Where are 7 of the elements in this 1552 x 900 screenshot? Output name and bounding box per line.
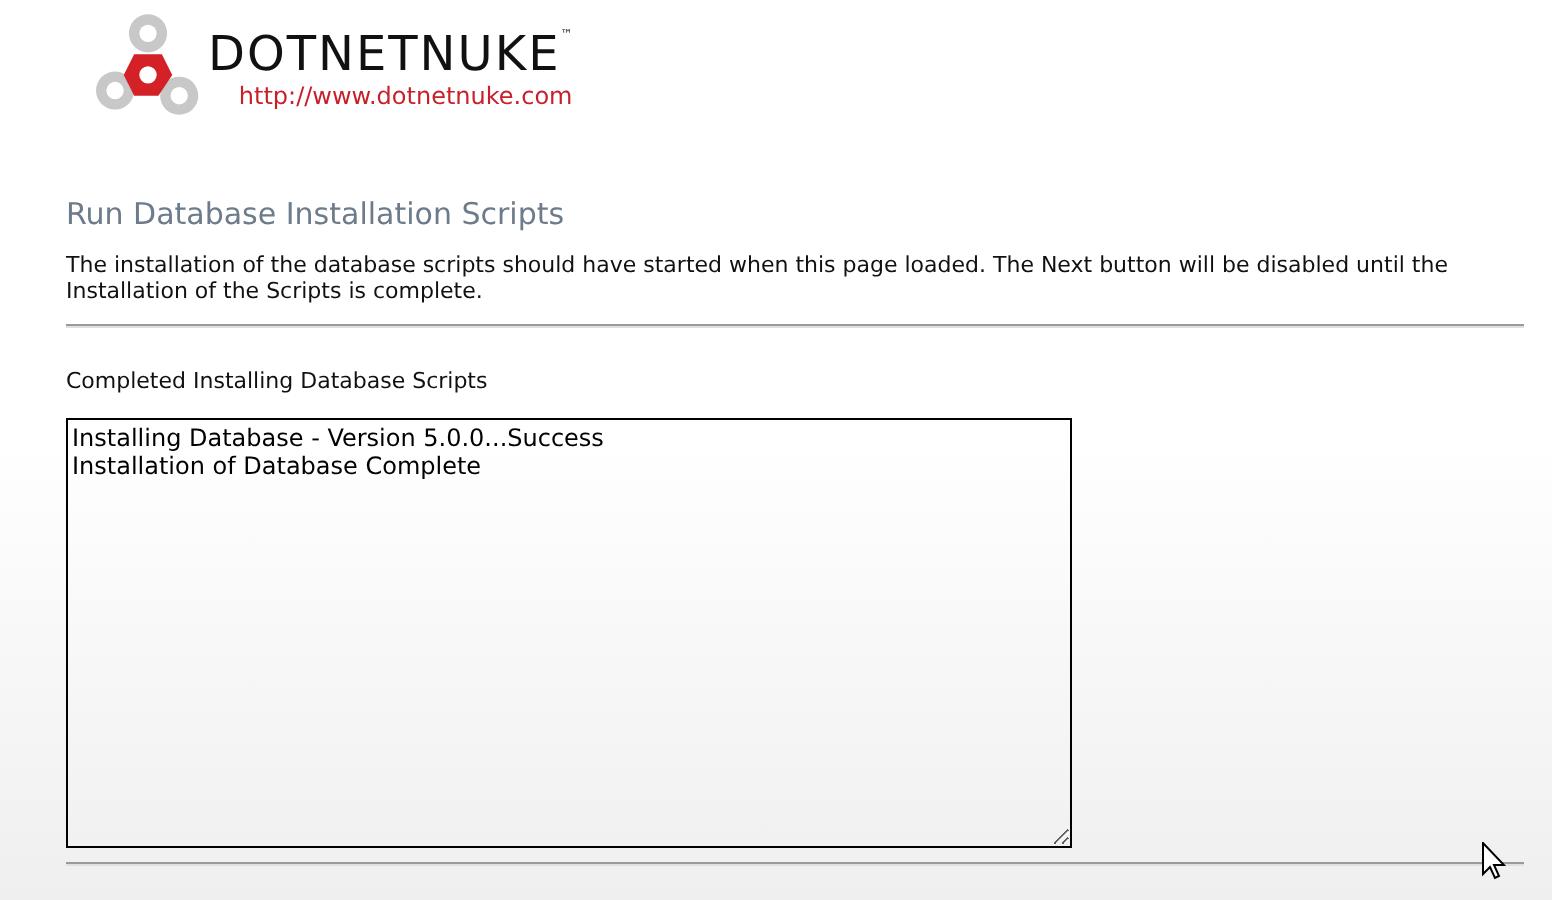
page-heading: Run Database Installation Scripts [66, 196, 567, 232]
log-field[interactable]: Installing Database - Version 5.0.0...Success Installation of Database Complete [66, 418, 1072, 848]
cursor-icon [1482, 842, 1506, 880]
status-label: Completed Installing Database Scripts [66, 368, 490, 394]
description-text: The installation of the database scripts should have started when this page loaded. The Next button will be disabled until the Installation of the Scripts is complete. [66, 252, 1450, 304]
website-link[interactable]: http://www.dotnetnuke.com [238, 81, 573, 109]
logo-wordmark: DOTNETNUKE [208, 27, 561, 79]
